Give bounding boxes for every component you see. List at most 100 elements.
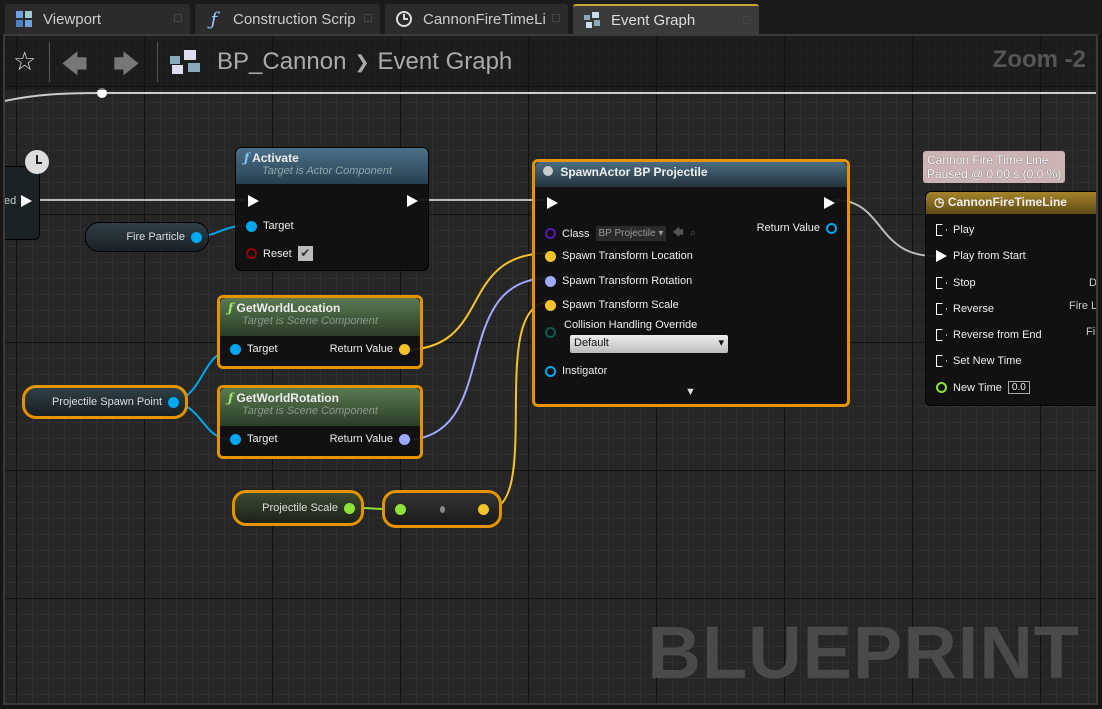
node-title: SpawnActor BP Projectile (560, 165, 708, 179)
set-new-time-pin[interactable]: Set New Time (936, 355, 1021, 367)
target-pin[interactable]: Target (230, 343, 278, 355)
spawn-scale-pin[interactable]: Spawn Transform Scale (545, 299, 679, 311)
class-dropdown[interactable]: BP Projectile ▾ (595, 226, 667, 241)
timeline-node[interactable]: ◷ CannonFireTimeLine Play Play from Star… (925, 191, 1098, 406)
reverse-from-end-pin[interactable]: Reverse from End (936, 329, 1042, 341)
node-header: ƒ Activate Target is Actor Component (236, 148, 428, 184)
projectile-scale-variable[interactable]: Projectile Scale (232, 490, 364, 526)
browse-search-icon[interactable]: ⌕ (690, 227, 696, 240)
exec-out-pin[interactable] (21, 195, 32, 207)
node-header: SpawnActor BP Projectile (535, 162, 847, 187)
function-icon: ƒ (228, 391, 234, 405)
close-icon[interactable] (364, 14, 372, 22)
return-value-pin[interactable]: Return Value (330, 433, 410, 445)
reset-pin[interactable]: Reset ✔ (246, 246, 313, 261)
graph-toolbar: ☆ 🡄 🡆 BP_Cannon ❯ Event Graph Zoom -2 (5, 36, 1096, 90)
activate-node[interactable]: ƒ Activate Target is Actor Component Tar… (235, 147, 429, 271)
target-pin[interactable]: Target (230, 433, 278, 445)
target-pin[interactable]: Target (246, 220, 294, 232)
collision-label: Collision Handling Override (564, 319, 698, 331)
tab-bar: Viewport ƒ Construction Scrip CannonFire… (0, 0, 1102, 34)
back-arrow-icon[interactable]: 🡄 (61, 46, 88, 90)
clock-icon (25, 150, 49, 174)
variable-label: Projectile Scale (262, 502, 338, 514)
return-value-pin[interactable]: Return Value (330, 343, 410, 355)
divider (157, 42, 158, 82)
spawn-location-pin[interactable]: Spawn Transform Location (545, 250, 693, 262)
exec-out-pin[interactable] (407, 195, 418, 207)
close-icon[interactable] (174, 14, 182, 22)
exec-wire (834, 199, 936, 257)
new-time-input[interactable]: 0.0 (1007, 381, 1030, 394)
node-subtitle: Target is Scene Component (242, 405, 378, 417)
breadcrumb: BP_Cannon ❯ Event Graph (217, 48, 512, 76)
use-selected-arrow-icon[interactable]: 🡄 (672, 224, 683, 243)
forward-arrow-icon[interactable]: 🡆 (113, 46, 140, 90)
tab-viewport[interactable]: Viewport (5, 4, 190, 34)
output-pin[interactable] (344, 502, 355, 514)
zoom-level: Zoom -2 (992, 46, 1086, 73)
new-time-pin[interactable]: New Time 0.0 (936, 381, 1030, 394)
tab-label: Viewport (43, 10, 102, 28)
play-pin[interactable]: Play (936, 224, 974, 236)
clock-icon: ◷ (934, 195, 945, 209)
get-world-location-node[interactable]: ƒ GetWorldLocation Target is Scene Compo… (217, 295, 423, 369)
clock-icon (395, 10, 413, 28)
event-graph-canvas[interactable]: ☆ 🡄 🡆 BP_Cannon ❯ Event Graph Zoom -2 ed… (3, 34, 1098, 705)
output-pin[interactable] (168, 396, 179, 408)
variable-label: Projectile Spawn Point (51, 396, 162, 408)
stop-pin[interactable]: Stop (936, 277, 976, 289)
reverse-pin[interactable]: Reverse (936, 303, 994, 315)
tab-construction-script[interactable]: ƒ Construction Scrip (195, 4, 380, 34)
close-icon[interactable] (743, 16, 751, 24)
blueprint-watermark: BLUEPRINT (647, 611, 1080, 694)
tab-event-graph[interactable]: Event Graph (573, 4, 759, 34)
instigator-pin[interactable]: Instigator (545, 365, 607, 377)
exec-out-pin[interactable] (824, 197, 835, 209)
favorite-star-icon[interactable]: ☆ (13, 46, 36, 77)
expand-arrow-icon[interactable]: ▼ (685, 386, 696, 398)
input-pin[interactable] (395, 503, 406, 515)
divider (49, 42, 50, 82)
node-subtitle: Target is Scene Component (242, 315, 378, 327)
play-from-start-pin[interactable]: Play from Start (936, 250, 1026, 262)
get-world-rotation-node[interactable]: ƒ GetWorldRotation Target is Scene Compo… (217, 385, 423, 459)
close-icon[interactable] (552, 14, 560, 22)
projectile-spawn-point-variable[interactable]: Projectile Spawn Point (22, 385, 188, 419)
output-pin-label: Fi (1086, 326, 1096, 338)
collision-dropdown[interactable]: Default ▾ (570, 335, 728, 353)
spawn-rotation-pin[interactable]: Spawn Transform Rotation (545, 275, 692, 287)
graph-icon (170, 50, 200, 79)
tab-label: CannonFireTimeLi (423, 10, 546, 28)
graph-icon (583, 11, 601, 29)
float-to-vector-conversion-node[interactable] (382, 490, 502, 528)
event-node-partial[interactable]: ed (5, 166, 40, 240)
output-pin-label: Fire L (1069, 300, 1098, 312)
class-pin[interactable]: Class BP Projectile ▾ 🡄 ⌕ (545, 224, 696, 243)
exec-in-pin[interactable] (248, 195, 259, 207)
tab-label: Event Graph (611, 11, 696, 29)
function-icon: ƒ (210, 8, 218, 30)
tab-timeline[interactable]: CannonFireTimeLi (385, 4, 568, 34)
output-pin[interactable] (191, 231, 202, 243)
timeline-tooltip: Cannon Fire Time Line Paused @ 0.00 s (0.… (923, 151, 1066, 183)
rotator-wire (402, 277, 551, 441)
exec-wire (5, 92, 1096, 102)
node-title: GetWorldLocation (236, 301, 341, 315)
spawn-actor-node[interactable]: SpawnActor BP Projectile Class BP Projec… (532, 159, 850, 407)
reset-checkbox[interactable]: ✔ (297, 246, 313, 261)
function-icon: ƒ (244, 151, 250, 165)
viewport-icon (15, 10, 33, 28)
output-pin-label: D (1089, 277, 1097, 289)
breadcrumb-separator: ❯ (354, 52, 370, 72)
variable-label: Fire Particle (126, 231, 185, 243)
node-subtitle: Target is Actor Component (262, 165, 393, 177)
conversion-icon (439, 505, 445, 513)
output-pin[interactable] (478, 503, 489, 515)
fire-particle-variable[interactable]: Fire Particle (85, 222, 209, 252)
breadcrumb-graph[interactable]: Event Graph (378, 48, 513, 76)
spawn-icon (543, 166, 553, 176)
return-value-pin[interactable]: Return Value (757, 222, 837, 234)
exec-in-pin[interactable] (547, 197, 558, 209)
breadcrumb-blueprint[interactable]: BP_Cannon (217, 48, 346, 76)
